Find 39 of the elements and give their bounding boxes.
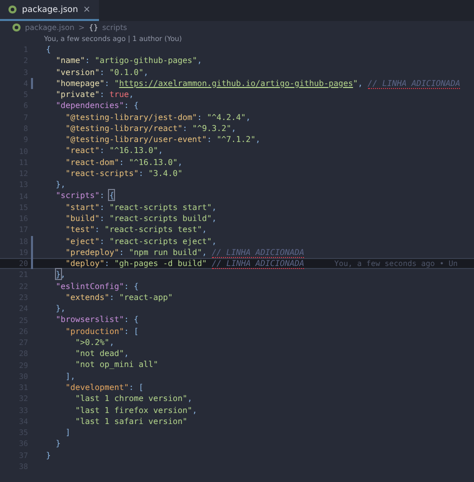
code-line: "not op_mini all": [74, 359, 158, 371]
code-line: },: [54, 269, 66, 281]
code-line: "test": "react-scripts test",: [64, 224, 207, 236]
code-line: "last 1 safari version": [74, 416, 188, 428]
close-icon[interactable]: ×: [82, 4, 91, 14]
code-line: "@testing-library/react": "^9.3.2",: [64, 122, 236, 134]
code-line: "react-dom": "^16.13.0",: [64, 156, 182, 168]
code-line: },: [54, 179, 66, 190]
code-line: }: [54, 438, 61, 450]
code-line: "browserslist": {: [54, 314, 139, 326]
code-line: "react": "^16.13.0",: [64, 145, 163, 157]
code-line: "extends": "react-app": [64, 292, 173, 304]
code-line: "scripts": {: [54, 190, 114, 202]
code-line: "version": "0.1.0",: [54, 66, 148, 78]
code-line: "build": "react-scripts build",: [64, 212, 217, 224]
code-line: "last 1 firefox version",: [74, 404, 198, 416]
code-line: "not dead",: [74, 348, 129, 360]
code-line: "last 1 chrome version",: [74, 393, 192, 404]
code-line: "deploy": "gh-pages -d build" // LINHA ADICIONADA: [64, 258, 304, 270]
code-line: "@testing-library/user-event": "^7.1.2",: [64, 134, 260, 146]
link[interactable]: https://axelrammon.github.io/artigo-github-pages: [119, 78, 354, 88]
code-line: {: [46, 44, 51, 56]
code-line: "eject": "react-scripts eject",: [64, 236, 217, 247]
editor-tab[interactable]: package.json ×: [0, 0, 99, 21]
code-line: ],: [64, 370, 76, 382]
code-line: }: [46, 450, 51, 461]
code-line: "name": "artigo-github-pages",: [54, 55, 202, 67]
code-line: ]: [64, 427, 70, 438]
code-line: "eslintConfig": {: [54, 280, 139, 292]
code-line: },: [54, 303, 66, 314]
code-line: "homepage": "https://axelrammon.github.io/artigo-github-pages", // LINHA ADICIONADA: [54, 78, 460, 90]
code-line: ">0.2%",: [74, 336, 114, 348]
code-line: "react-scripts": "3.4.0": [64, 168, 182, 180]
code-line: "start": "react-scripts start",: [64, 202, 217, 213]
code-line: "dependencies": {: [54, 100, 139, 112]
code-line: "@testing-library/jest-dom": "^4.2.4",: [64, 112, 251, 123]
code-line: "production": [: [64, 326, 139, 337]
code-line: "private": true,: [54, 89, 134, 100]
code-line: "development": [: [64, 382, 144, 394]
